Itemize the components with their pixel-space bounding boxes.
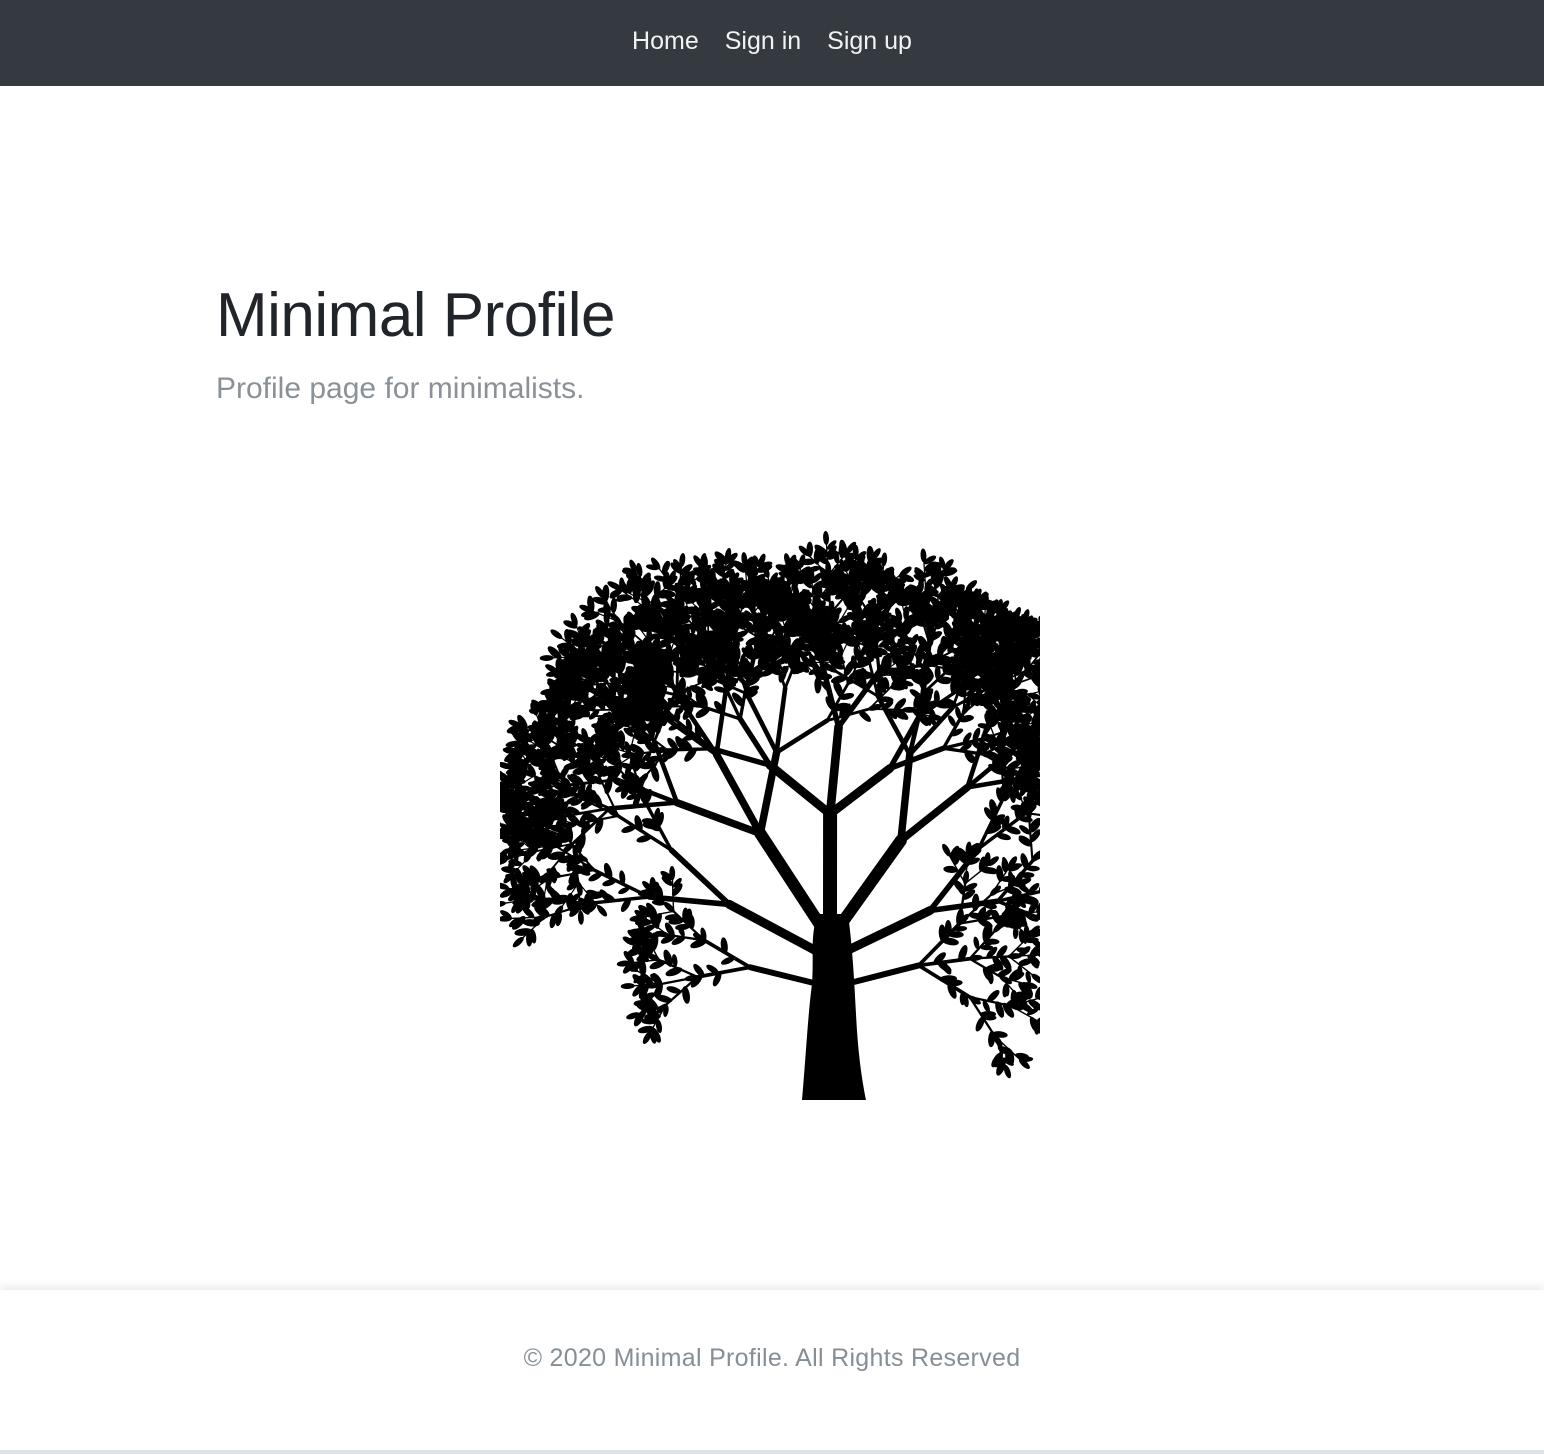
bottom-divider [0, 1450, 1544, 1454]
page-subtitle: Profile page for minimalists. [216, 372, 585, 405]
top-navbar: Home Sign in Sign up [0, 0, 1544, 86]
tree-icon [486, 530, 1149, 1100]
page-title: Minimal Profile [216, 281, 616, 350]
tree-illustration [486, 514, 1149, 1100]
nav-links: Home Sign in Sign up [632, 27, 912, 56]
footer-copyright: © 2020 Minimal Profile. All Rights Reser… [523, 1344, 1021, 1372]
nav-sign-up-link[interactable]: Sign up [827, 27, 912, 56]
nav-sign-in-link[interactable]: Sign in [725, 27, 801, 56]
nav-home-link[interactable]: Home [632, 27, 699, 56]
main-content: Minimal Profile Profile page for minimal… [0, 86, 1544, 1290]
footer: © 2020 Minimal Profile. All Rights Reser… [0, 1290, 1544, 1450]
